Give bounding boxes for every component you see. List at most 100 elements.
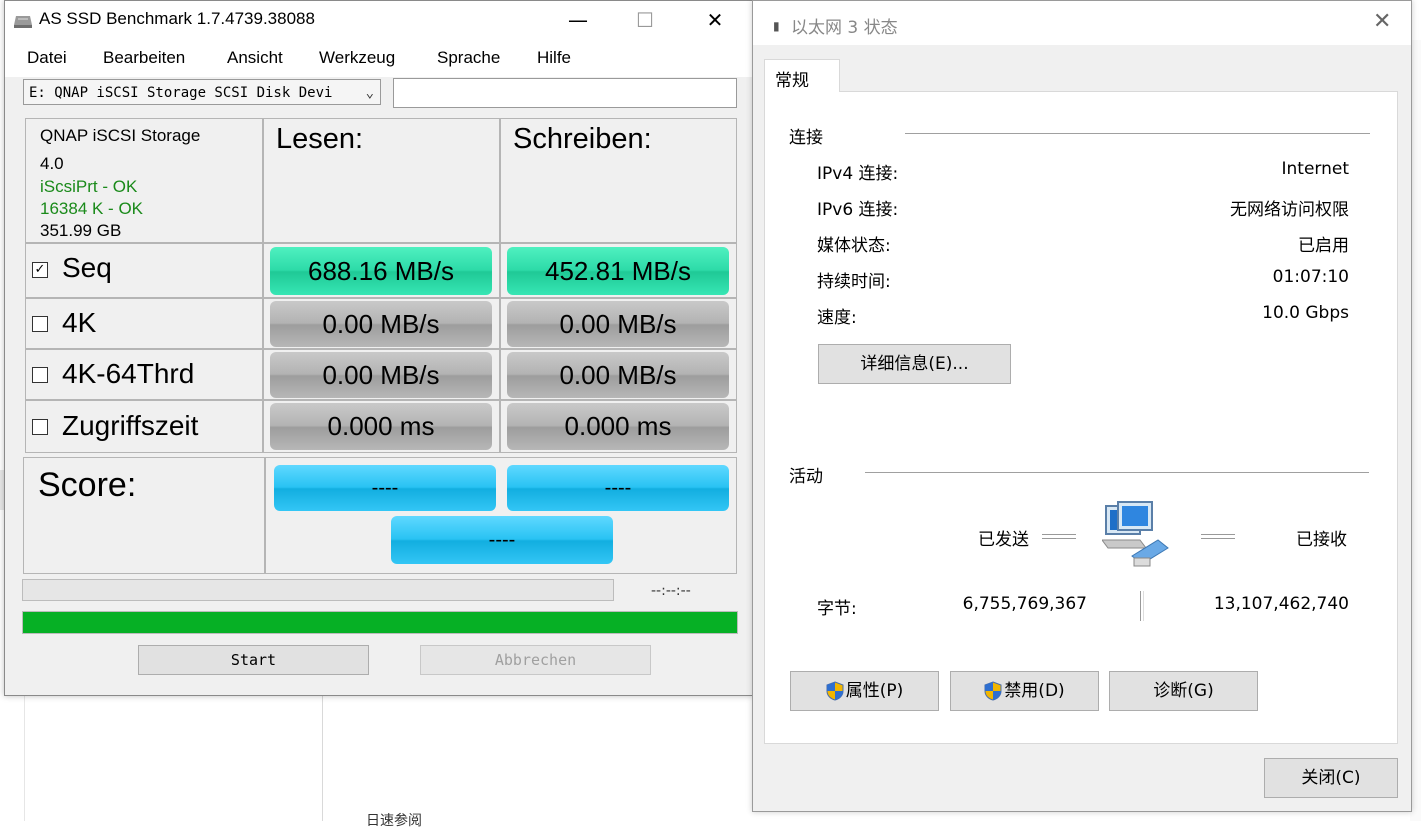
score-write: ---- <box>507 465 729 511</box>
bytes-received-value: 13,107,462,740 <box>1213 594 1349 614</box>
menu-hilfe[interactable]: Hilfe <box>537 48 571 68</box>
close-button[interactable]: ✕ <box>695 7 735 33</box>
4k-label: 4K <box>62 307 97 338</box>
properties-button[interactable]: 属性(P) <box>790 671 939 711</box>
uac-shield-icon <box>984 681 1002 701</box>
access-time-write-result: 0.000 ms <box>507 403 729 450</box>
connection-section-title: 连接 <box>789 128 823 148</box>
minimize-button[interactable]: — <box>558 7 598 33</box>
drive-select-value: E: QNAP iSCSI Storage SCSI Disk Devi <box>29 85 333 101</box>
ipv4-value: Internet <box>1281 159 1349 179</box>
test-row-seq[interactable]: ✓ Seq <box>25 243 263 298</box>
tab-general[interactable]: 常规 <box>764 59 840 92</box>
sent-line <box>1042 534 1076 539</box>
disable-button[interactable]: 禁用(D) <box>950 671 1099 711</box>
bytes-sent-value: 6,755,769,367 <box>962 594 1087 614</box>
seq-read-result: 688.16 MB/s <box>270 247 492 295</box>
access-time-read-cell: 0.000 ms <box>263 400 500 453</box>
menu-bar: Datei Bearbeiten Ansicht Werkzeug Sprach… <box>5 39 752 77</box>
background-cut-text: 日速参阅 <box>366 813 422 829</box>
4k-64thrd-checkbox[interactable] <box>32 367 48 383</box>
background-window <box>0 690 760 821</box>
seq-write-cell: 452.81 MB/s <box>500 243 737 298</box>
duration-value: 01:07:10 <box>1272 267 1349 287</box>
speed-label: 速度: <box>817 308 857 328</box>
details-button[interactable]: 详细信息(E)... <box>818 344 1011 384</box>
access-time-read-result: 0.000 ms <box>270 403 492 450</box>
close-button[interactable]: 关闭(C) <box>1264 758 1398 798</box>
4k-write-result: 0.00 MB/s <box>507 301 729 347</box>
diagnose-button[interactable]: 诊断(G) <box>1109 671 1258 711</box>
media-state-value: 已启用 <box>1298 236 1349 256</box>
read-column-header: Lesen: <box>263 118 500 243</box>
4k-read-result: 0.00 MB/s <box>270 301 492 347</box>
seq-checkbox[interactable]: ✓ <box>32 262 48 278</box>
start-button[interactable]: Start <box>138 645 369 675</box>
window-title: AS SSD Benchmark 1.7.4739.38088 <box>39 9 315 28</box>
4k-write-cell: 0.00 MB/s <box>500 298 737 349</box>
menu-werkzeug[interactable]: Werkzeug <box>319 48 395 68</box>
score-value-cell: ---- ---- ---- <box>265 457 737 574</box>
menu-datei[interactable]: Datei <box>27 48 67 68</box>
access-time-label: Zugriffszeit <box>62 410 199 441</box>
test-row-access-time[interactable]: Zugriffszeit <box>25 400 263 453</box>
ipv6-label: IPv6 连接: <box>817 200 899 220</box>
section-divider <box>905 133 1370 134</box>
4k-64thrd-label: 4K-64Thrd <box>62 358 195 389</box>
disable-label: 禁用(D) <box>1004 681 1065 701</box>
general-panel: 连接 IPv4 连接: Internet IPv6 连接: 无网络访问权限 媒体… <box>764 91 1398 744</box>
close-icon[interactable]: ✕ <box>1373 9 1391 34</box>
received-line <box>1201 534 1235 539</box>
network-adapter-icon: ▮ <box>773 19 780 33</box>
as-ssd-window: AS SSD Benchmark 1.7.4739.38088 — ☐ ✕ Da… <box>4 0 753 696</box>
access-time-write-cell: 0.000 ms <box>500 400 737 453</box>
title-bar[interactable]: ▮ 以太网 3 状态 ✕ <box>753 1 1411 45</box>
4k-checkbox[interactable] <box>32 316 48 332</box>
score-label: Score: <box>38 466 137 504</box>
test-row-4k[interactable]: 4K <box>25 298 263 349</box>
ethernet-status-window: ▮ 以太网 3 状态 ✕ 常规 连接 IPv4 连接: Internet IPv… <box>752 0 1412 812</box>
seq-read-cell: 688.16 MB/s <box>263 243 500 298</box>
score-read: ---- <box>274 465 496 511</box>
driver-status: iScsiPrt - OK <box>40 177 138 196</box>
progress-bar-current <box>22 579 614 601</box>
4k-64thrd-write-result: 0.00 MB/s <box>507 352 729 398</box>
4k-64thrd-write-cell: 0.00 MB/s <box>500 349 737 400</box>
ipv6-value: 无网络访问权限 <box>1230 200 1349 220</box>
4k-64thrd-read-result: 0.00 MB/s <box>270 352 492 398</box>
bytes-divider <box>1140 591 1144 621</box>
abort-button[interactable]: Abbrechen <box>420 645 651 675</box>
elapsed-time: --:--:-- <box>651 583 691 599</box>
read-header: Lesen: <box>276 123 364 155</box>
drive-text-field[interactable] <box>393 78 737 108</box>
media-state-label: 媒体状态: <box>817 236 891 256</box>
alignment-status: 16384 K - OK <box>40 199 144 218</box>
maximize-button[interactable]: ☐ <box>625 7 665 33</box>
speed-value: 10.0 Gbps <box>1262 303 1349 323</box>
activity-section-title: 活动 <box>789 467 823 487</box>
write-header: Schreiben: <box>513 123 652 155</box>
access-time-checkbox[interactable] <box>32 419 48 435</box>
4k-read-cell: 0.00 MB/s <box>263 298 500 349</box>
score-label-cell: Score: <box>23 457 265 574</box>
drive-capacity: 351.99 GB <box>40 221 122 240</box>
test-row-4k-64thrd[interactable]: 4K-64Thrd <box>25 349 263 400</box>
score-total: ---- <box>391 516 613 564</box>
received-label: 已接收 <box>1296 530 1347 550</box>
window-title: 以太网 3 状态 <box>791 18 898 38</box>
section-divider <box>865 472 1369 473</box>
bytes-label: 字节: <box>817 599 857 619</box>
menu-sprache[interactable]: Sprache <box>437 48 500 68</box>
background-divider <box>24 690 25 821</box>
menu-bearbeiten[interactable]: Bearbeiten <box>103 48 185 68</box>
drive-select[interactable]: E: QNAP iSCSI Storage SCSI Disk Devi ⌄ <box>23 79 381 105</box>
title-bar[interactable]: AS SSD Benchmark 1.7.4739.38088 — ☐ ✕ <box>5 1 752 39</box>
network-computers-icon <box>1102 501 1169 567</box>
menu-ansicht[interactable]: Ansicht <box>227 48 283 68</box>
seq-write-result: 452.81 MB/s <box>507 247 729 295</box>
properties-label: 属性(P) <box>845 681 904 701</box>
drive-icon <box>14 16 32 28</box>
duration-label: 持续时间: <box>817 272 891 292</box>
write-column-header: Schreiben: <box>500 118 737 243</box>
chevron-down-icon: ⌄ <box>365 85 374 101</box>
